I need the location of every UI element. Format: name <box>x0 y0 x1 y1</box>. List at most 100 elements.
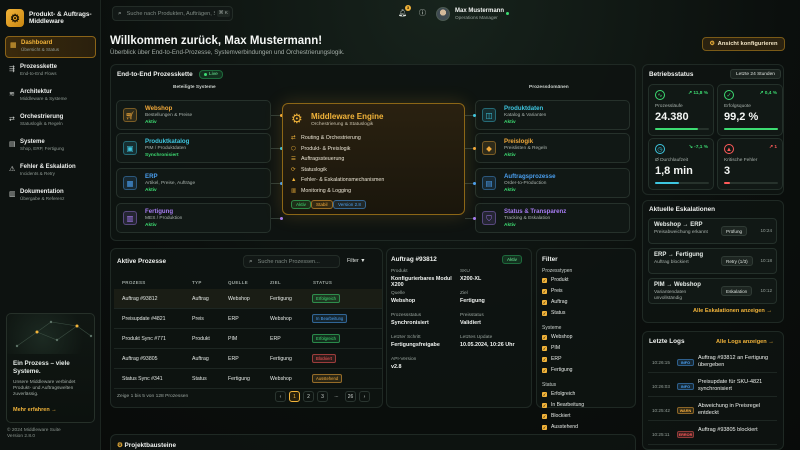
chain-node-left[interactable]: ▣ Produktkatalog PIM / Produktdaten Synchro… <box>116 133 271 163</box>
escalation-item[interactable]: PIM → Webshop Variantendaten unvollständi… <box>648 278 777 304</box>
column-header[interactable]: TYP <box>192 280 202 285</box>
chain-node-left[interactable]: 🛒︎ Webshop Bestellungen & Preise Aktiv <box>116 100 271 130</box>
version-line: Version 2.8.0 <box>7 434 36 439</box>
log-entry[interactable]: 10:26:15 INFO Auftrag #93812 an Fertigung … <box>648 352 777 373</box>
sidebar-item-architektur[interactable]: ≋ Architektur Middleware & Systeme <box>5 86 96 108</box>
sidebar-item-systeme[interactable]: ▤ Systeme Shop, ERP, Fertigung <box>5 136 96 158</box>
metric-label: Ø Durchlaufzeit <box>655 158 689 163</box>
table-row[interactable]: Produkt Sync #771 Produkt PIM ERP Erfolgreic… <box>114 329 382 349</box>
metric-delta: ↗ 11,8 % <box>687 91 708 96</box>
sidebar-item-prozesskette[interactable]: ⇶ Prozesskette End-to-End Flows <box>5 61 96 83</box>
chain-node-right[interactable]: ▤ Auftragsprozesse Order-to-Production Akti… <box>475 168 630 198</box>
escalation-action-chip[interactable]: Retry (1/3) <box>721 256 753 266</box>
chain-node-left[interactable]: ▥ Fertigung MES / Produktion Aktiv <box>116 203 271 233</box>
sidebar-item-label: Dashboard <box>21 40 53 46</box>
chain-node-right[interactable]: ◆ Preislogik Preislisten & Regeln Aktiv <box>475 133 630 163</box>
log-entry[interactable]: 10:25:11 ERROR Auftrag #93805 blockiert <box>648 424 777 445</box>
filter-checkbox[interactable]: ✓ Fertigung <box>542 367 573 373</box>
status-badge: In Bearbeitung <box>312 314 348 323</box>
tag-icon: ◆ <box>482 141 496 155</box>
node-title: Status & Transparenz <box>504 208 567 215</box>
pagination-button[interactable]: › <box>359 391 370 402</box>
table-row[interactable]: Status Sync #341 Status Fertigung Webshop Au… <box>114 369 382 389</box>
sidebar-item-text: Dokumentation Übergabe & Referenz <box>20 189 64 202</box>
metric-bar-fill <box>724 182 731 184</box>
configure-view-button[interactable]: ⚙ Ansicht konfigurieren <box>702 37 785 51</box>
filter-checkbox[interactable]: ✓ Erfolgreich <box>542 391 575 397</box>
detail-status-badge: Aktiv <box>502 255 522 264</box>
middleware-engine-card[interactable]: ⚙ Middleware Engine Orchestrierung & Sta… <box>282 103 465 215</box>
table-row[interactable]: Preisupdate #4821 Preis ERP Webshop In Bearb… <box>114 309 382 329</box>
escalation-action-chip[interactable]: Eskalation <box>721 286 753 296</box>
sidebar-item-dashboard[interactable]: ▦ Dashboard Übersicht & Status <box>5 36 96 58</box>
escalation-item[interactable]: Webshop → ERP Preisabweichung erkannt Prüf… <box>648 218 777 244</box>
all-escalations-link[interactable]: Alle Eskalationen anzeigen → <box>693 308 772 314</box>
all-logs-link[interactable]: Alle Logs anzeigen → <box>716 339 774 345</box>
escalation-action-chip[interactable]: Prüfung <box>721 226 748 236</box>
chain-node-left[interactable]: ▦ ERP Artikel, Preise, Aufträge Aktiv <box>116 168 271 198</box>
pagination-info: Zeige 1 bis 5 von 128 Prozessen <box>117 394 189 399</box>
user-name[interactable]: Max Mustermann <box>455 8 504 14</box>
sidebar-item-orchestrierung[interactable]: ⇄ Orchestrierung Statuslogik & Regeln <box>5 111 96 133</box>
log-entry[interactable]: 10:25:42 WARN Abweichung in Preisregel ent… <box>648 400 777 421</box>
chain-node-right[interactable]: ⛉ Status & Transparenz Tracking & Eskalati… <box>475 203 630 233</box>
avatar[interactable] <box>436 7 450 21</box>
column-header[interactable]: PROZESS <box>122 280 146 285</box>
column-header[interactable]: STATUS <box>313 280 332 285</box>
active-processes-title: Aktive Prozesse <box>117 258 167 265</box>
flow-icon: ⇶ <box>9 66 15 73</box>
table-cell-target: ERP <box>270 336 281 342</box>
project-blocks-panel <box>110 434 636 450</box>
search-input[interactable]: Suche nach Produkten, Aufträgen, Systeme… <box>127 11 215 17</box>
metric-delta: ↗ 1 <box>768 145 777 150</box>
table-cell-target: Webshop <box>270 376 292 382</box>
help-icon[interactable]: ⓘ <box>417 8 428 19</box>
pagination-button[interactable]: 26 <box>345 391 356 402</box>
filter-checkbox[interactable]: ✓ Ausstehend <box>542 424 578 430</box>
filter-section-title: Prozesstypen <box>542 268 573 274</box>
escalation-item[interactable]: ERP → Fertigung Auftrag blockiert Retry (1… <box>648 248 777 274</box>
pagination-button[interactable]: 3 <box>317 391 328 402</box>
user-role: Operations Manager <box>455 15 498 20</box>
pagination-button[interactable]: 1 <box>289 391 300 402</box>
filter-option-label: In Bearbeitung <box>551 402 585 408</box>
metric-bar <box>655 182 709 184</box>
filter-checkbox[interactable]: ✓ PIM <box>542 345 560 351</box>
filter-checkbox[interactable]: ✓ Blockiert <box>542 413 571 419</box>
live-dot <box>204 73 207 76</box>
metric-delta: ↗ 0,4 % <box>759 91 777 96</box>
pagination-button[interactable]: ‹ <box>275 391 286 402</box>
chain-node-right[interactable]: ◫ Produktdaten Katalog & Varianten Aktiv <box>475 100 630 130</box>
column-header[interactable]: ZIEL <box>270 280 281 285</box>
log-entry[interactable]: 10:26:03 INFO Preisupdate für SKU-4821 syn… <box>648 376 777 397</box>
process-chain-title: End-to-End Prozesskette <box>117 71 193 78</box>
sidebar-item-fehler-eskalation[interactable]: ⚠ Fehler & Eskalation Incidents & Retry <box>5 161 96 183</box>
sidebar-item-dokumentation[interactable]: ▥ Dokumentation Übergabe & Referenz <box>5 186 96 208</box>
pagination-button[interactable]: 2 <box>303 391 314 402</box>
log-time: 10:26:03 <box>652 384 670 389</box>
filter-checkbox[interactable]: ✓ Webshop <box>542 334 572 340</box>
global-search[interactable]: ⌕ Suche nach Produkten, Aufträgen, Syste… <box>112 6 233 21</box>
promo-learn-more-link[interactable]: Mehr erfahren → <box>13 407 57 413</box>
filter-checkbox[interactable]: ✓ Auftrag <box>542 299 567 305</box>
detail-title: Auftrag #93812 <box>391 256 437 263</box>
table-row[interactable]: Auftrag #93812 Auftrag Webshop Fertigung Erf… <box>114 289 382 309</box>
brand[interactable]: ⚙ Produkt- & Auftrags-Middleware <box>0 0 100 28</box>
filter-checkbox[interactable]: ✓ In Bearbeitung <box>542 402 584 408</box>
process-search-input[interactable]: Suche nach Prozessen... <box>258 259 338 265</box>
pulse-icon: ∿ <box>655 90 665 100</box>
node-status: Aktiv <box>504 153 516 158</box>
capability-label: Fehler- & Eskalationsmechanismen <box>301 177 385 184</box>
process-search[interactable]: ⌕ Suche nach Prozessen... <box>243 255 340 268</box>
route-icon: ⇄ <box>9 116 15 123</box>
filter-checkbox[interactable]: ✓ ERP <box>542 356 561 362</box>
filter-button[interactable]: Filter ▼ <box>347 258 366 264</box>
table-row[interactable]: Auftrag #93805 Auftrag ERP Fertigung Blockie… <box>114 349 382 369</box>
column-header[interactable]: QUELLE <box>228 280 248 285</box>
filter-checkbox[interactable]: ✓ Preis <box>542 288 563 294</box>
filter-checkbox[interactable]: ✓ Status <box>542 310 565 316</box>
filter-checkbox[interactable]: ✓ Produkt <box>542 277 569 283</box>
table-cell-name: Status Sync #341 <box>122 376 163 382</box>
time-range-select[interactable]: Letzte 24 Stunden <box>730 69 781 79</box>
middleware-capability: ⟳ Statuslogik <box>291 165 384 176</box>
